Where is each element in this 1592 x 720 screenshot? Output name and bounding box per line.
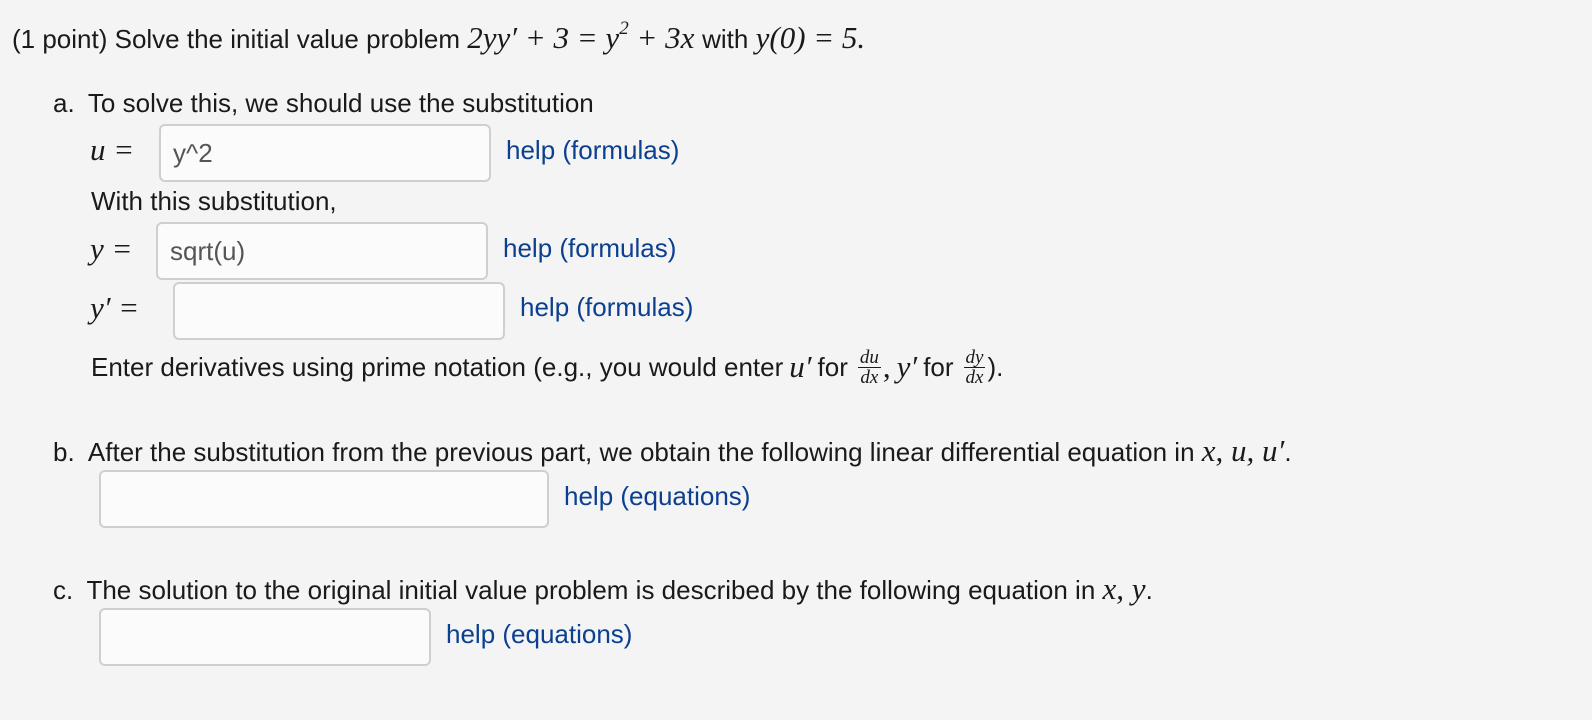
problem-statement: (1 point) Solve the initial value proble… (12, 18, 865, 56)
part-c-vars: x, y (1102, 571, 1146, 606)
part-b-prompt: After the substitution from the previous… (87, 437, 1195, 467)
yprime-answer-input[interactable] (173, 282, 505, 340)
du-dx-fraction: du dx (857, 346, 881, 388)
u-answer-input[interactable] (159, 124, 491, 182)
problem-equation: 2yy′ + 3 = y2 + 3x (467, 18, 695, 55)
part-c-help-link[interactable]: help (equations) (446, 619, 632, 650)
u-label: u = (90, 132, 135, 167)
y-label: y = (90, 231, 133, 266)
part-c-heading: c. The solution to the original initial … (53, 571, 1153, 606)
part-a-prompt: To solve this, we should use the substit… (87, 88, 594, 118)
with-substitution-text: With this substitution, (91, 186, 337, 216)
dy-dx-fraction: dy dx (963, 346, 986, 388)
initial-condition: y(0) = 5. (755, 20, 866, 55)
yprime-label: y′ = (90, 290, 140, 325)
part-c-answer-input[interactable] (99, 608, 431, 666)
yprime-help-link[interactable]: help (formulas) (520, 292, 693, 323)
derivative-note: Enter derivatives using prime notation (… (91, 346, 1004, 388)
y-help-link[interactable]: help (formulas) (503, 233, 676, 264)
part-b-answer-input[interactable] (99, 470, 549, 528)
part-c-marker: c. (53, 575, 74, 605)
part-a-heading: a. To solve this, we should use the subs… (53, 88, 594, 119)
problem-intro: (1 point) Solve the initial value proble… (12, 24, 461, 54)
part-b-marker: b. (53, 437, 75, 467)
part-b-heading: b. After the substitution from the previ… (53, 433, 1292, 468)
with-text: with (702, 24, 749, 54)
part-b-help-link[interactable]: help (equations) (564, 481, 750, 512)
y-answer-input[interactable] (156, 222, 488, 280)
part-b-vars: x, u, u′ (1201, 433, 1285, 468)
u-help-link[interactable]: help (formulas) (506, 135, 679, 166)
part-c-prompt: The solution to the original initial val… (86, 575, 1096, 605)
part-a-marker: a. (53, 88, 75, 118)
